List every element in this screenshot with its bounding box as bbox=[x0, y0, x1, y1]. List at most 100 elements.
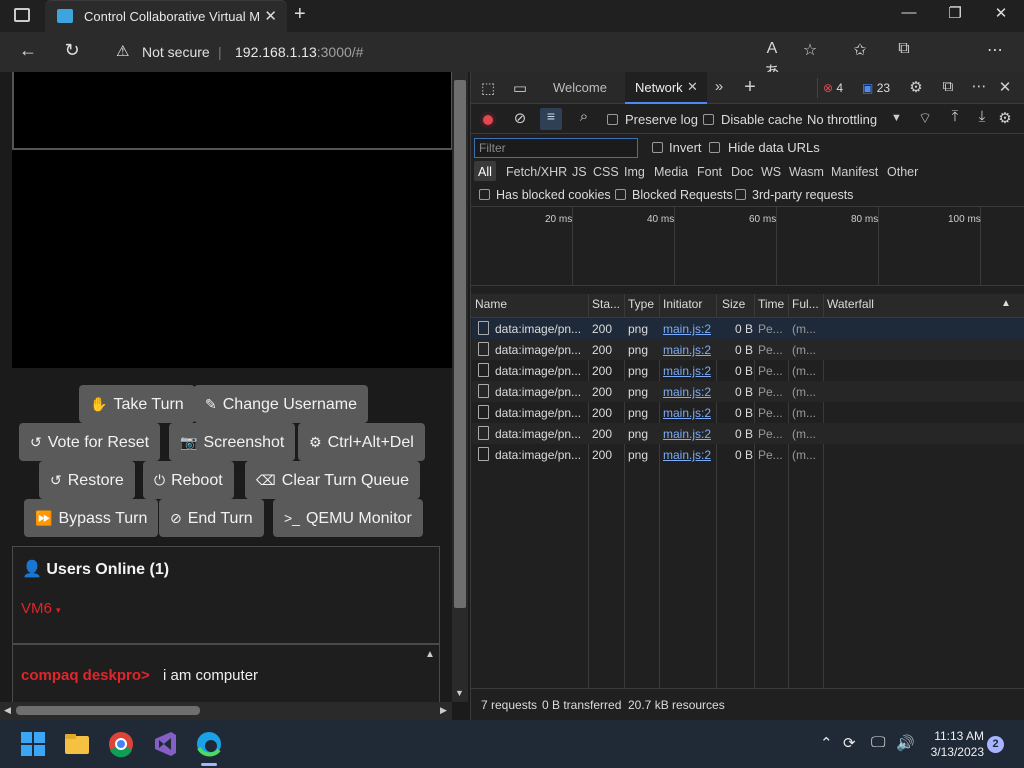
messages-badge[interactable]: ▣ 23 bbox=[857, 78, 895, 98]
scroll-down-icon[interactable]: ▼ bbox=[455, 688, 464, 698]
preserve-log-checkbox[interactable] bbox=[607, 114, 618, 125]
security-label[interactable]: Not secure bbox=[142, 44, 210, 60]
clock[interactable]: 11:13 AM 3/13/2023 bbox=[920, 728, 984, 760]
table-row[interactable]: data:image/pn... 200 png main.js:2 0 B Pe... (… bbox=[472, 318, 1024, 339]
take-turn-button[interactable]: ✋ Take Turn bbox=[79, 385, 195, 423]
hide-data-urls-checkbox[interactable] bbox=[709, 142, 720, 153]
network-icon[interactable]: 🖵 bbox=[871, 734, 885, 751]
column-time[interactable]: Time bbox=[758, 297, 784, 311]
clear-turn-queue-button[interactable]: ⌫ Clear Turn Queue bbox=[245, 461, 420, 499]
network-settings-icon[interactable]: ⚙ bbox=[994, 109, 1016, 127]
request-name[interactable]: data:image/pn... bbox=[495, 448, 585, 462]
notification-badge[interactable]: 2 bbox=[987, 736, 1004, 753]
request-name[interactable]: data:image/pn... bbox=[495, 385, 585, 399]
visual-studio-icon[interactable] bbox=[149, 728, 181, 760]
filter-ws[interactable]: WS bbox=[761, 165, 781, 179]
table-row[interactable]: data:image/pn... 200 png main.js:2 0 B Pe... (… bbox=[472, 444, 1024, 465]
close-devtools-icon[interactable]: ✕ bbox=[994, 78, 1016, 96]
tab-actions-icon[interactable] bbox=[14, 8, 30, 22]
vote-reset-button[interactable]: ↺ Vote for Reset bbox=[19, 423, 161, 461]
blocked-cookies-checkbox[interactable] bbox=[479, 189, 490, 200]
column-size[interactable]: Size bbox=[722, 297, 745, 311]
clear-icon[interactable]: ⊘ bbox=[509, 109, 531, 127]
minimize-icon[interactable]: — bbox=[886, 4, 932, 28]
table-row[interactable]: data:image/pn... 200 png main.js:2 0 B Pe... (… bbox=[472, 360, 1024, 381]
invert-checkbox[interactable] bbox=[652, 142, 663, 153]
request-initiator[interactable]: main.js:2 bbox=[663, 364, 711, 378]
table-row[interactable]: data:image/pn... 200 png main.js:2 0 B Pe... (… bbox=[472, 339, 1024, 360]
dock-icon[interactable]: ⧉ bbox=[937, 78, 959, 95]
add-tool-icon[interactable]: + bbox=[739, 76, 761, 99]
filter-doc[interactable]: Doc bbox=[731, 165, 753, 179]
back-icon[interactable]: ← bbox=[16, 40, 40, 64]
column-type[interactable]: Type bbox=[628, 297, 654, 311]
filter-all[interactable]: All bbox=[478, 165, 492, 179]
filter-input[interactable]: Filter bbox=[474, 138, 638, 158]
more-tabs-icon[interactable]: » bbox=[708, 78, 730, 95]
close-window-icon[interactable]: ✕ bbox=[978, 4, 1024, 28]
filter-other[interactable]: Other bbox=[887, 165, 918, 179]
request-name[interactable]: data:image/pn... bbox=[495, 364, 585, 378]
table-row[interactable]: data:image/pn... 200 png main.js:2 0 B Pe... (… bbox=[472, 423, 1024, 444]
scroll-left-icon[interactable]: ◀ bbox=[4, 705, 11, 716]
scroll-right-icon[interactable]: ▶ bbox=[440, 705, 447, 716]
request-initiator[interactable]: main.js:2 bbox=[663, 322, 711, 336]
devtools-more-icon[interactable]: ⋯ bbox=[968, 77, 990, 95]
sort-ascending-icon[interactable]: ▲ bbox=[1001, 298, 1011, 309]
vm-display[interactable] bbox=[12, 150, 453, 368]
tab-network[interactable]: Network ✕ bbox=[625, 72, 707, 104]
request-name[interactable]: data:image/pn... bbox=[495, 322, 585, 336]
vm-dropdown[interactable]: VM6 ▾ bbox=[21, 600, 61, 617]
export-har-icon[interactable]: ⤓ bbox=[971, 108, 993, 125]
request-initiator[interactable]: main.js:2 bbox=[663, 448, 711, 462]
column-status[interactable]: Sta... bbox=[592, 297, 620, 311]
filter-img[interactable]: Img bbox=[624, 165, 645, 179]
vm-display-top[interactable] bbox=[12, 72, 453, 150]
settings-icon[interactable]: ⚙ bbox=[905, 78, 927, 96]
close-tab-icon[interactable]: ✕ bbox=[264, 7, 277, 25]
import-har-icon[interactable]: ⤒ bbox=[944, 108, 966, 125]
request-initiator[interactable]: main.js:2 bbox=[663, 343, 711, 357]
inspect-element-icon[interactable]: ⬚ bbox=[477, 79, 499, 97]
chevron-down-icon[interactable]: ▼ bbox=[891, 112, 902, 124]
add-favorite-icon[interactable]: ☆ bbox=[798, 40, 822, 64]
filter-js[interactable]: JS bbox=[572, 165, 587, 179]
page-horizontal-scroll-thumb[interactable] bbox=[16, 706, 200, 715]
volume-icon[interactable]: 🔊 bbox=[896, 734, 915, 752]
reboot-button[interactable]: ⏻ Reboot bbox=[143, 461, 234, 499]
device-emulation-icon[interactable]: ▭ bbox=[509, 79, 531, 97]
new-tab-button[interactable]: + bbox=[294, 3, 306, 26]
request-initiator[interactable]: main.js:2 bbox=[663, 385, 711, 399]
request-initiator[interactable]: main.js:2 bbox=[663, 406, 711, 420]
table-row[interactable]: data:image/pn... 200 png main.js:2 0 B Pe... (… bbox=[472, 381, 1024, 402]
close-network-tab-icon[interactable]: ✕ bbox=[687, 79, 698, 95]
column-name[interactable]: Name bbox=[475, 297, 507, 311]
filter-css[interactable]: CSS bbox=[593, 165, 619, 179]
column-initiator[interactable]: Initiator bbox=[663, 297, 702, 311]
ctrl-alt-del-button[interactable]: ⚙ Ctrl+Alt+Del bbox=[298, 423, 425, 461]
filter-font[interactable]: Font bbox=[697, 165, 722, 179]
table-row[interactable]: data:image/pn... 200 png main.js:2 0 B Pe... (… bbox=[472, 402, 1024, 423]
column-fulfilled[interactable]: Ful... bbox=[792, 297, 819, 311]
column-waterfall[interactable]: Waterfall bbox=[827, 297, 874, 311]
record-icon[interactable] bbox=[480, 112, 496, 128]
restore-window-icon[interactable]: ❐ bbox=[932, 4, 978, 28]
read-aloud-icon[interactable]: Aあ bbox=[760, 40, 784, 81]
throttling-select[interactable]: No throttling bbox=[807, 112, 877, 127]
qemu-monitor-button[interactable]: >_ QEMU Monitor bbox=[273, 499, 423, 537]
sync-icon[interactable]: ⟳ bbox=[843, 734, 856, 752]
request-initiator[interactable]: main.js:2 bbox=[663, 427, 711, 441]
edge-icon[interactable] bbox=[193, 728, 225, 760]
chevron-up-icon[interactable]: ⌃ bbox=[820, 734, 833, 752]
request-name[interactable]: data:image/pn... bbox=[495, 427, 585, 441]
blocked-requests-checkbox[interactable] bbox=[615, 189, 626, 200]
file-explorer-icon[interactable] bbox=[61, 728, 93, 760]
chrome-icon[interactable] bbox=[105, 728, 137, 760]
chat-scroll-up-icon[interactable]: ▲ bbox=[425, 649, 435, 660]
tab-welcome[interactable]: Welcome bbox=[553, 80, 607, 95]
filter-media[interactable]: Media bbox=[654, 165, 688, 179]
page-vertical-scroll-thumb[interactable] bbox=[454, 80, 466, 608]
screenshot-button[interactable]: 📷 Screenshot bbox=[169, 423, 296, 461]
more-menu-icon[interactable]: ⋯ bbox=[983, 40, 1007, 64]
network-conditions-icon[interactable]: ⌔ bbox=[914, 109, 936, 128]
